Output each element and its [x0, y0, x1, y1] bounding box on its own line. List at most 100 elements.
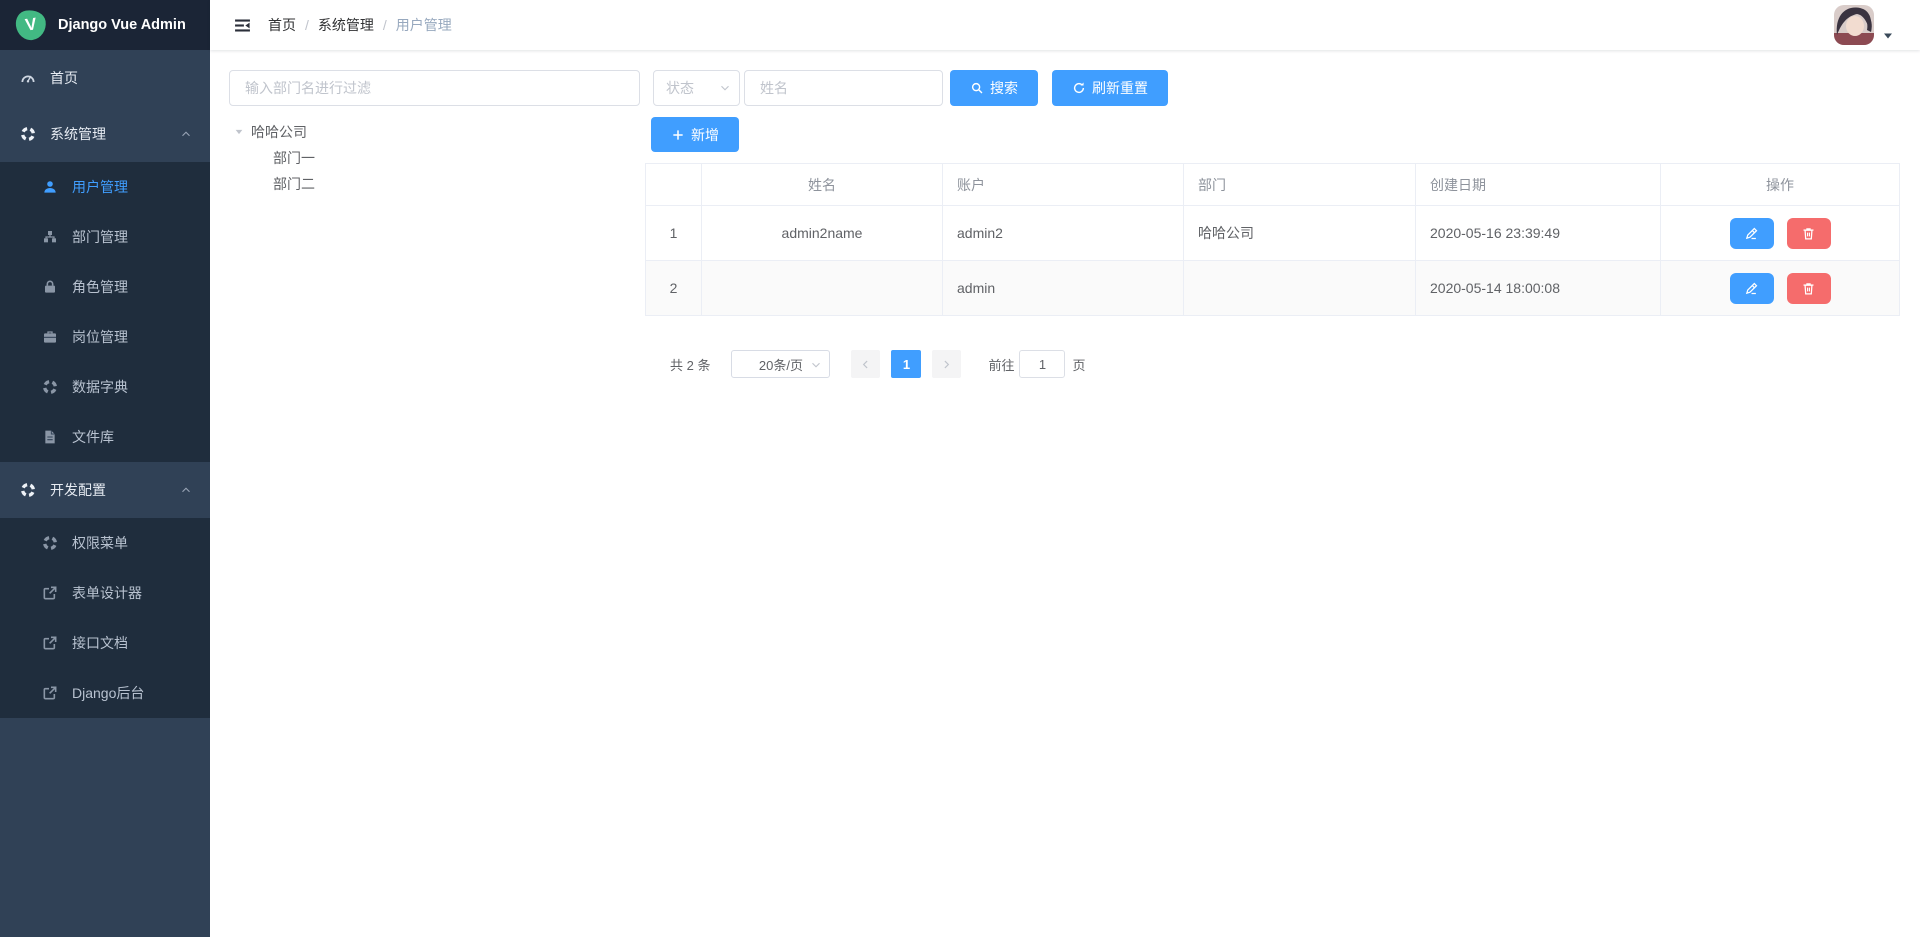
name-input[interactable] [744, 70, 943, 106]
edit-button[interactable] [1730, 218, 1774, 249]
sidebar-item-home[interactable]: 首页 [0, 50, 210, 106]
sidebar-item-form-designer[interactable]: 表单设计器 [0, 568, 210, 618]
filter-toolbar: 状态 搜索 刷新重置 [653, 70, 1900, 106]
users-panel: 状态 搜索 刷新重置 新增 [645, 70, 1900, 937]
tree-node-label: 部门二 [273, 174, 315, 194]
user-menu[interactable] [1834, 5, 1894, 45]
department-filter-input[interactable] [229, 70, 640, 106]
sidebar-item-label: 文件库 [72, 427, 114, 447]
chevron-up-icon [180, 128, 192, 140]
sidebar-item-label: 数据字典 [72, 377, 128, 397]
sidebar-item-permission-menu[interactable]: 权限菜单 [0, 518, 210, 568]
sidebar-item-users[interactable]: 用户管理 [0, 162, 210, 212]
column-header-index [646, 164, 702, 206]
cell-created: 2020-05-14 18:00:08 [1416, 261, 1661, 316]
cell-dept [1184, 261, 1416, 316]
chevron-up-icon [180, 484, 192, 496]
trash-icon [1801, 226, 1816, 241]
sidebar-item-positions[interactable]: 岗位管理 [0, 312, 210, 362]
column-header-name: 姓名 [702, 164, 943, 206]
external-link-icon [42, 685, 58, 701]
sidebar-item-label: Django后台 [72, 683, 144, 703]
column-header-created: 创建日期 [1416, 164, 1661, 206]
sidebar-submenu-devconfig: 权限菜单 表单设计器 接口文档 Django后台 [0, 518, 210, 718]
refresh-reset-button[interactable]: 刷新重置 [1052, 70, 1168, 106]
prev-page-button[interactable] [851, 350, 880, 378]
page-number-button[interactable]: 1 [891, 350, 921, 378]
sidebar-item-roles[interactable]: 角色管理 [0, 262, 210, 312]
caret-down-icon [1882, 30, 1894, 42]
sidebar-item-files[interactable]: 文件库 [0, 412, 210, 462]
goto-page-input[interactable] [1019, 350, 1065, 378]
sidebar-submenu-system: 用户管理 部门管理 角色管理 岗位管理 数据字典 [0, 162, 210, 462]
tree-node-root[interactable]: 哈哈公司 [229, 119, 640, 145]
sidebar-item-label: 表单设计器 [72, 583, 142, 603]
dashboard-icon [20, 70, 36, 86]
table-header-row: 姓名 账户 部门 创建日期 操作 [646, 164, 1900, 206]
sidebar-item-label: 开发配置 [50, 480, 106, 500]
column-header-account: 账户 [943, 164, 1184, 206]
next-page-button[interactable] [932, 350, 961, 378]
avatar[interactable] [1834, 5, 1874, 45]
sidebar-item-django-admin[interactable]: Django后台 [0, 668, 210, 718]
sidebar-item-dictionary[interactable]: 数据字典 [0, 362, 210, 412]
users-table: 姓名 账户 部门 创建日期 操作 1 admin2name admin2 哈哈公 [645, 163, 1900, 316]
tree-node-label: 部门一 [273, 148, 315, 168]
main-area: 首页 / 系统管理 / 用户管理 哈哈公司 [210, 0, 1920, 937]
app-title: Django Vue Admin [58, 17, 186, 33]
org-tree-icon [42, 229, 58, 245]
sidebar-item-api-docs[interactable]: 接口文档 [0, 618, 210, 668]
caret-down-icon[interactable] [234, 127, 244, 137]
pagination-total: 共 2 条 [670, 355, 710, 374]
department-tree: 哈哈公司 部门一 部门二 [229, 119, 640, 197]
delete-button[interactable] [1787, 218, 1831, 249]
lock-icon [42, 279, 58, 295]
component-icon [20, 482, 36, 498]
add-button[interactable]: 新增 [651, 117, 739, 152]
page-size-select[interactable]: 20条/页 [731, 350, 830, 378]
page-content: 哈哈公司 部门一 部门二 状态 [210, 50, 1920, 937]
table-row: 2 admin 2020-05-14 18:00:08 [646, 261, 1900, 316]
app-logo-icon: V [14, 8, 48, 42]
tree-node-child[interactable]: 部门一 [229, 145, 640, 171]
cell-index: 1 [646, 206, 702, 261]
sidebar-menu: 首页 系统管理 用户管理 部门管理 角色管理 [0, 50, 210, 937]
trash-icon [1801, 281, 1816, 296]
sidebar-item-departments[interactable]: 部门管理 [0, 212, 210, 262]
app-root: V Django Vue Admin 首页 系统管理 用户管理 部门 [0, 0, 1920, 937]
chevron-down-icon [810, 359, 822, 371]
refresh-icon [1072, 81, 1086, 95]
delete-button[interactable] [1787, 273, 1831, 304]
pencil-icon [1744, 281, 1759, 296]
breadcrumb-current: 用户管理 [396, 15, 452, 35]
briefcase-icon [42, 329, 58, 345]
edit-button[interactable] [1730, 273, 1774, 304]
sidebar-item-label: 用户管理 [72, 177, 128, 197]
cell-actions [1661, 261, 1900, 316]
tree-node-child[interactable]: 部门二 [229, 171, 640, 197]
pencil-icon [1744, 226, 1759, 241]
app-logo[interactable]: V Django Vue Admin [0, 0, 210, 50]
status-select-value: 状态 [666, 78, 694, 98]
external-link-icon [42, 585, 58, 601]
sidebar-item-devconfig[interactable]: 开发配置 [0, 462, 210, 518]
breadcrumb-system[interactable]: 系统管理 [318, 15, 374, 35]
sidebar: V Django Vue Admin 首页 系统管理 用户管理 部门 [0, 0, 210, 937]
tree-node-label: 哈哈公司 [251, 122, 307, 142]
chevron-left-icon [860, 359, 871, 370]
breadcrumb-separator: / [305, 17, 309, 33]
plus-icon [671, 128, 685, 142]
goto-label: 前往 [988, 355, 1014, 374]
hamburger-icon[interactable] [233, 17, 252, 34]
sidebar-item-label: 接口文档 [72, 633, 128, 653]
breadcrumb-home[interactable]: 首页 [268, 15, 296, 35]
component-icon [20, 126, 36, 142]
external-link-icon [42, 635, 58, 651]
sidebar-item-system[interactable]: 系统管理 [0, 106, 210, 162]
sidebar-item-label: 系统管理 [50, 124, 106, 144]
goto-suffix: 页 [1072, 355, 1085, 374]
document-icon [42, 429, 58, 445]
status-select[interactable]: 状态 [653, 70, 740, 106]
component-icon [42, 535, 58, 551]
search-button[interactable]: 搜索 [950, 70, 1038, 106]
